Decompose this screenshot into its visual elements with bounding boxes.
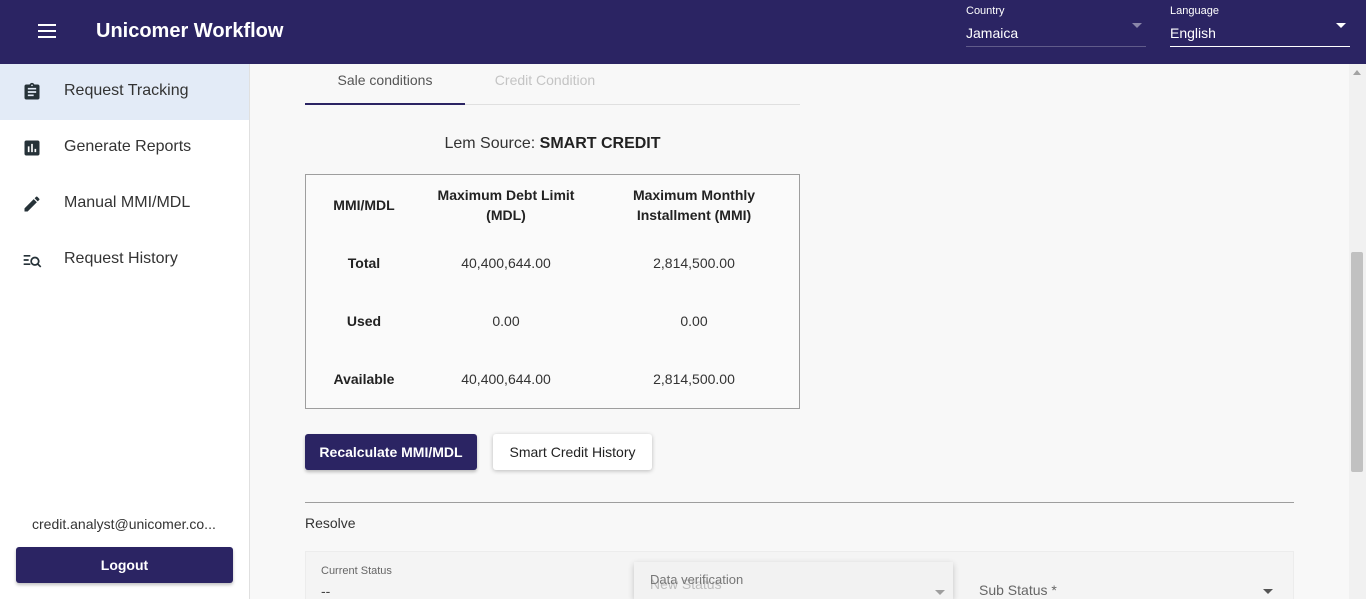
resolve-title: Resolve	[305, 515, 356, 531]
available-mdl-value: 40,400,644.00	[461, 371, 551, 387]
app-header: Unicomer Workflow Country Jamaica Langua…	[0, 0, 1366, 64]
table-header-mmi: Maximum Monthly Installment (MMI)	[632, 187, 756, 223]
bar-chart-icon	[24, 140, 40, 156]
sidebar-item-generate-reports[interactable]: Generate Reports	[0, 120, 249, 176]
tab-sale-conditions[interactable]: Sale conditions	[305, 64, 465, 105]
lem-source-label: Lem Source:	[444, 135, 536, 152]
sidebar-item-manual-mmi-mdl[interactable]: Manual MMI/MDL	[0, 176, 249, 232]
tab-credit-condition[interactable]: Credit Condition	[465, 64, 625, 105]
row-label-used: Used	[346, 313, 382, 329]
country-underline	[966, 46, 1146, 47]
sidebar: Request Tracking Generate Reports Manual…	[0, 64, 250, 599]
current-status-label: Current Status	[321, 565, 392, 577]
scroll-up-arrow-icon[interactable]	[1353, 70, 1361, 75]
language-label: Language	[1170, 5, 1219, 17]
used-mdl-value: 0.00	[492, 313, 520, 329]
search-list-icon	[23, 255, 42, 268]
sidebar-item-label: Request Tracking	[64, 82, 189, 99]
row-label-available: Available	[333, 371, 395, 387]
pencil-icon	[24, 196, 40, 212]
lem-source: Lem Source: SMART CREDIT	[305, 135, 800, 153]
total-mdl-value: 40,400,644.00	[461, 255, 551, 271]
sidebar-item-label: Manual MMI/MDL	[64, 194, 191, 211]
sidebar-item-label: Generate Reports	[64, 138, 192, 155]
scroll-thumb[interactable]	[1351, 252, 1363, 472]
chevron-down-icon	[935, 590, 945, 595]
hamburger-menu-icon[interactable]	[36, 22, 60, 42]
used-mmi-value: 0.00	[680, 313, 708, 329]
available-mmi-value: 2,814,500.00	[653, 371, 735, 387]
mmi-mdl-table: MMI/MDL Maximum Debt Limit (MDL) Maximum…	[305, 174, 800, 409]
sidebar-item-label: Request History	[64, 250, 178, 267]
language-underline	[1170, 46, 1350, 47]
dropdown-option-data-verification[interactable]: Data verification	[650, 572, 743, 587]
section-divider	[305, 502, 1294, 503]
recalculate-button[interactable]: Recalculate MMI/MDL	[305, 434, 477, 470]
smart-credit-history-button[interactable]: Smart Credit History	[493, 434, 652, 470]
sidebar-item-request-tracking[interactable]: Request Tracking	[0, 64, 249, 120]
country-value: Jamaica	[966, 25, 1019, 41]
country-label: Country	[966, 5, 1005, 17]
page-scrollbar[interactable]	[1349, 64, 1366, 599]
language-value: English	[1170, 25, 1216, 41]
chevron-down-icon	[1336, 23, 1346, 28]
language-select[interactable]: Language English	[1170, 3, 1350, 47]
current-status-value: --	[321, 583, 331, 599]
chevron-down-icon	[1263, 589, 1273, 594]
new-status-dropdown[interactable]: New Status Data verification	[634, 562, 953, 599]
row-label-total: Total	[347, 255, 381, 271]
lem-source-value: SMART CREDIT	[539, 135, 661, 152]
sub-status-label: Sub Status *	[979, 582, 1057, 598]
sidebar-item-request-history[interactable]: Request History	[0, 232, 249, 288]
total-mmi-value: 2,814,500.00	[653, 255, 735, 271]
country-select[interactable]: Country Jamaica	[966, 3, 1146, 47]
clipboard-icon	[24, 82, 40, 100]
condition-tabs: Sale conditions Credit Condition	[305, 64, 800, 105]
chevron-down-icon	[1132, 23, 1142, 28]
table-header-mdl: Maximum Debt Limit (MDL)	[437, 187, 575, 223]
app-title: Unicomer Workflow	[96, 20, 284, 42]
table-header-mmi-mdl: MMI/MDL	[333, 197, 395, 213]
logout-button[interactable]: Logout	[16, 547, 233, 583]
sub-status-select[interactable]: Sub Status *	[979, 582, 1277, 599]
user-email: credit.analyst@unicomer.co...	[32, 516, 216, 532]
